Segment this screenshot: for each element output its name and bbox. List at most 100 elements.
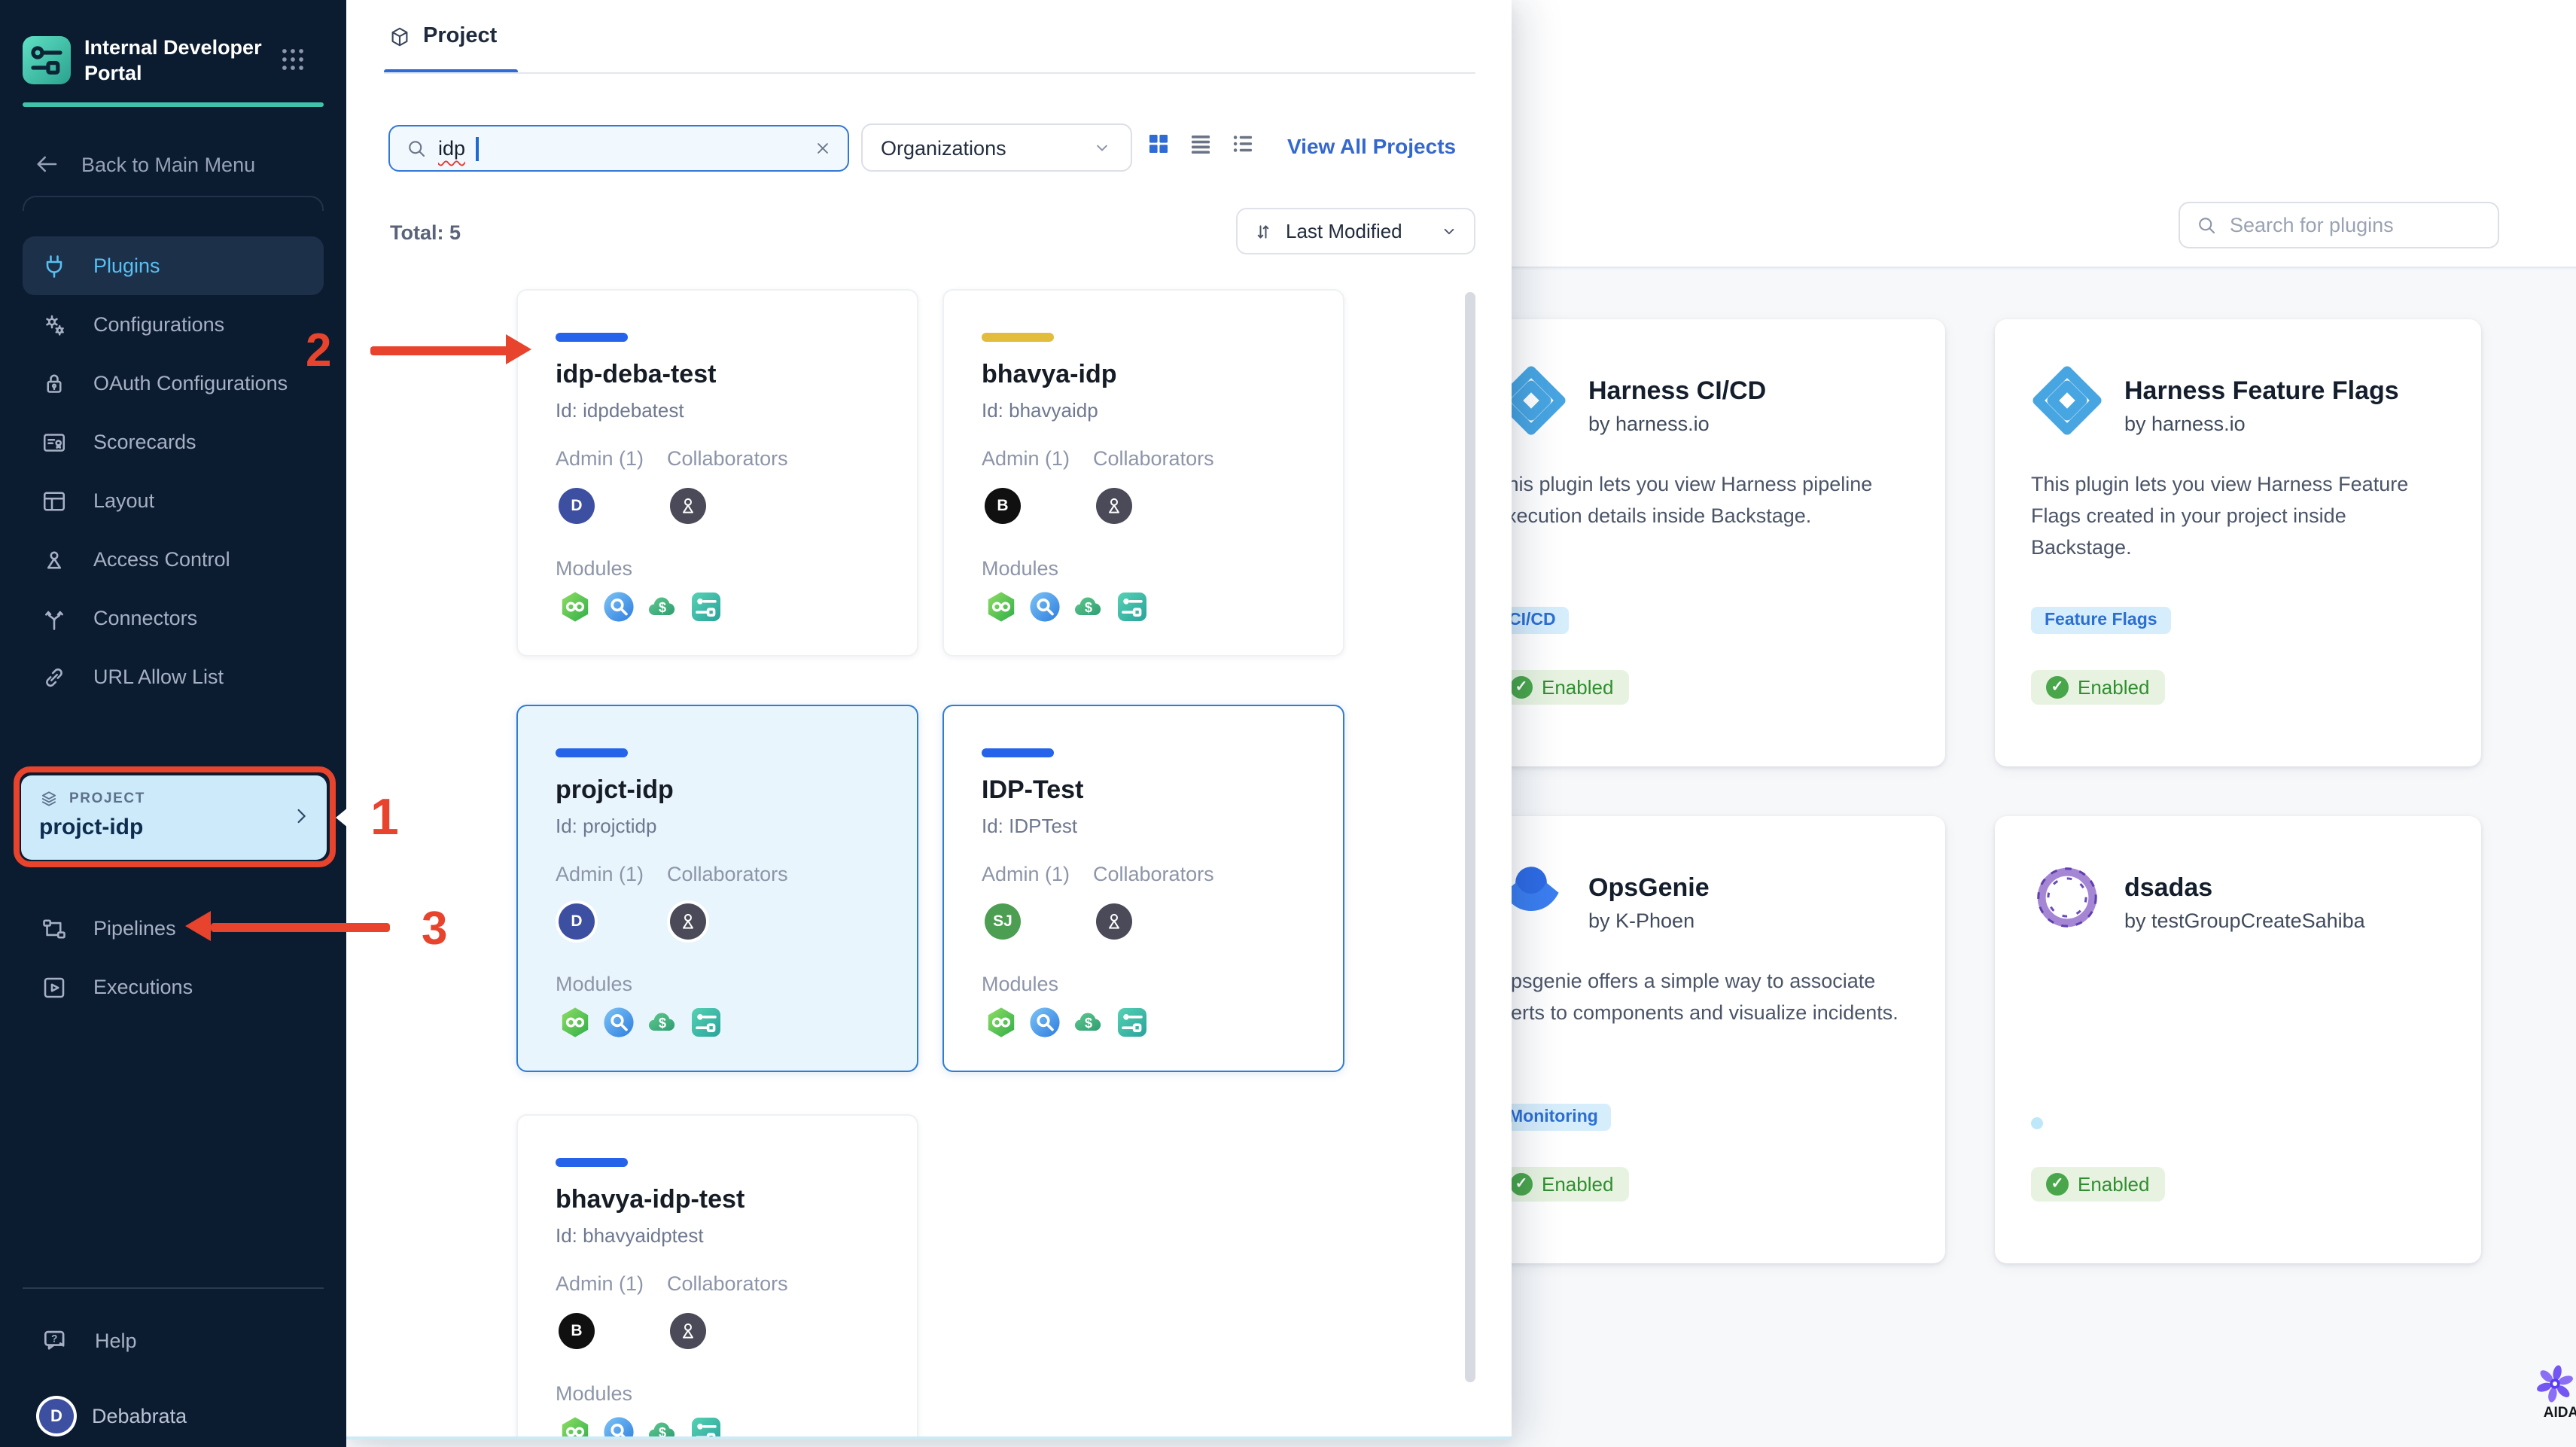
plugin-title: Harness CI/CD bbox=[1588, 376, 1767, 405]
cube-icon bbox=[388, 25, 411, 47]
sidebar-item-layout[interactable]: Layout bbox=[0, 471, 346, 530]
plugin-card-dsadas[interactable]: dsadas by testGroupCreateSahiba ✓ Enabled bbox=[1995, 816, 2481, 1263]
aida-flower-icon bbox=[2535, 1364, 2576, 1403]
sidebar-item-access-control[interactable]: Access Control bbox=[0, 530, 346, 589]
plugin-status-label: Enabled bbox=[2078, 1173, 2150, 1196]
ccm-module-icon: $ bbox=[1072, 1006, 1105, 1039]
svg-text:$: $ bbox=[659, 600, 666, 615]
sidebar-item-label: Configurations bbox=[93, 313, 225, 336]
back-to-main-menu[interactable]: Back to Main Menu bbox=[33, 151, 255, 178]
text-cursor bbox=[476, 136, 479, 160]
dsadas-logo bbox=[2031, 861, 2103, 934]
user-menu[interactable]: D Debabrata bbox=[0, 1387, 346, 1445]
project-card-IDP-Test[interactable]: IDP-Test Id: IDPTest Admin (1) Collaborator… bbox=[942, 705, 1344, 1072]
aida-label: AIDA bbox=[2543, 1405, 2576, 1421]
ci-module-icon bbox=[559, 1006, 592, 1039]
help-button[interactable]: ? Help bbox=[0, 1311, 346, 1370]
admin-avatar[interactable]: B bbox=[559, 1313, 595, 1349]
sidebar: Internal Developer Portal Back to Main M… bbox=[0, 0, 346, 1447]
modules-label: Modules bbox=[982, 973, 1059, 995]
admin-avatar[interactable]: B bbox=[985, 488, 1021, 524]
tab-project[interactable]: Project bbox=[388, 24, 497, 48]
sidebar-item-oauth-configurations[interactable]: OAuth Configurations bbox=[0, 354, 346, 413]
module-icons: $ bbox=[559, 590, 723, 623]
sidebar-item-connectors[interactable]: Connectors bbox=[0, 589, 346, 647]
sidebar-item-url-allow-list[interactable]: URL Allow List bbox=[0, 647, 346, 706]
idp-module-icon bbox=[690, 1415, 723, 1436]
plugin-title: dsadas bbox=[2124, 873, 2213, 902]
sort-dropdown-value: Last Modified bbox=[1286, 220, 1402, 242]
compact-list-view-toggle[interactable] bbox=[1230, 131, 1256, 157]
organizations-dropdown[interactable]: Organizations bbox=[861, 123, 1132, 172]
clear-search-icon[interactable] bbox=[813, 139, 833, 158]
plugin-status-badge: ✓ Enabled bbox=[2031, 1167, 2165, 1202]
annotation-step1-pointer bbox=[336, 797, 361, 839]
admin-label: Admin (1) bbox=[556, 863, 644, 885]
project-card-bhavya-idp[interactable]: bhavya-idp Id: bhavyaidp Admin (1) Collabor… bbox=[942, 289, 1344, 656]
admin-avatar[interactable]: SJ bbox=[985, 903, 1021, 940]
plugin-card-opsgenie[interactable]: OpsGenie by K-Phoen Opsgenie offers a simp… bbox=[1459, 816, 1945, 1263]
annotation-step1-number: 1 bbox=[370, 789, 399, 846]
plugin-title: OpsGenie bbox=[1588, 873, 1710, 902]
plugin-card-harness-feature-flags[interactable]: Harness Feature Flags by harness.io This p… bbox=[1995, 319, 2481, 766]
collaborator-avatar[interactable] bbox=[1096, 488, 1132, 524]
modules-label: Modules bbox=[556, 973, 633, 995]
brand-underline bbox=[23, 102, 324, 106]
panel-scrollbar[interactable] bbox=[1465, 292, 1475, 1382]
project-card-id: Id: bhavyaidptest bbox=[556, 1224, 704, 1247]
back-to-main-menu-label: Back to Main Menu bbox=[81, 153, 256, 175]
check-icon: ✓ bbox=[2046, 1173, 2069, 1196]
project-search-input[interactable]: idp bbox=[388, 125, 849, 172]
executions-icon bbox=[41, 973, 68, 1001]
admin-avatar[interactable]: D bbox=[559, 488, 595, 524]
project-card-bhavya-idp-test[interactable]: bhavya-idp-test Id: bhavyaidptest Admin (1… bbox=[516, 1114, 918, 1436]
ci-module-icon bbox=[559, 1415, 592, 1436]
sidebar-item-label: Layout bbox=[93, 489, 155, 512]
aida-widget[interactable]: AIDA bbox=[2535, 1364, 2576, 1421]
scorecards-icon bbox=[41, 428, 68, 455]
sort-dropdown[interactable]: Last Modified bbox=[1236, 208, 1475, 254]
collaborators-label: Collaborators bbox=[1093, 447, 1214, 470]
annotation-step2-arrowhead bbox=[506, 334, 531, 364]
app-switcher-icon[interactable] bbox=[279, 45, 307, 74]
collaborator-avatar[interactable] bbox=[670, 903, 706, 940]
sidebar-item-executions[interactable]: Executions bbox=[0, 958, 346, 1016]
collaborator-avatar[interactable] bbox=[670, 1313, 706, 1349]
plugin-author: by testGroupCreateSahiba bbox=[2124, 909, 2365, 932]
arrow-left-icon bbox=[33, 151, 60, 178]
collaborator-avatar[interactable] bbox=[670, 488, 706, 524]
grid-view-toggle[interactable] bbox=[1146, 131, 1171, 157]
sidebar-section-divider bbox=[23, 196, 324, 211]
help-label: Help bbox=[95, 1330, 137, 1352]
sidebar-item-scorecards[interactable]: Scorecards bbox=[0, 413, 346, 471]
project-picker-panel: Project idp Organizations View All Proje… bbox=[346, 0, 1512, 1439]
sidebar-item-label: URL Allow List bbox=[93, 666, 224, 688]
ccm-module-icon: $ bbox=[1072, 590, 1105, 623]
module-icons: $ bbox=[985, 1006, 1149, 1039]
project-card-idp-deba-test[interactable]: idp-deba-test Id: idpdebatest Admin (1) Col… bbox=[516, 289, 918, 656]
project-search-value: idp bbox=[438, 137, 466, 160]
module-icons: $ bbox=[559, 1415, 723, 1436]
project-color-strip bbox=[556, 333, 628, 342]
project-card-projct-idp[interactable]: projct-idp Id: projctidp Admin (1) Collabor… bbox=[516, 705, 918, 1072]
plugin-status-label: Enabled bbox=[2078, 676, 2150, 699]
view-all-projects-link[interactable]: View All Projects bbox=[1287, 134, 1456, 158]
project-color-strip bbox=[556, 748, 628, 757]
collaborator-avatar[interactable] bbox=[1096, 903, 1132, 940]
admin-avatar[interactable]: D bbox=[559, 903, 595, 940]
idp-logo bbox=[23, 36, 71, 84]
person-icon bbox=[1102, 494, 1126, 518]
sidebar-item-label: Access Control bbox=[93, 548, 230, 571]
sidebar-item-configurations[interactable]: Configurations bbox=[0, 295, 346, 354]
collaborators-label: Collaborators bbox=[667, 863, 788, 885]
project-card-title: bhavya-idp-test bbox=[556, 1185, 745, 1214]
user-avatar: D bbox=[39, 1399, 74, 1433]
plugin-card-harness-ci-cd[interactable]: Harness CI/CD by harness.io This plugin le… bbox=[1459, 319, 1945, 766]
search-icon bbox=[2195, 214, 2218, 236]
plugin-search-placeholder: Search for plugins bbox=[2230, 214, 2394, 236]
chaos-module-icon bbox=[1028, 1006, 1061, 1039]
list-view-toggle[interactable] bbox=[1188, 131, 1213, 157]
plugin-search-input[interactable]: Search for plugins bbox=[2179, 202, 2499, 248]
svg-text:$: $ bbox=[1085, 1016, 1092, 1031]
sidebar-item-plugins[interactable]: Plugins bbox=[23, 236, 324, 295]
